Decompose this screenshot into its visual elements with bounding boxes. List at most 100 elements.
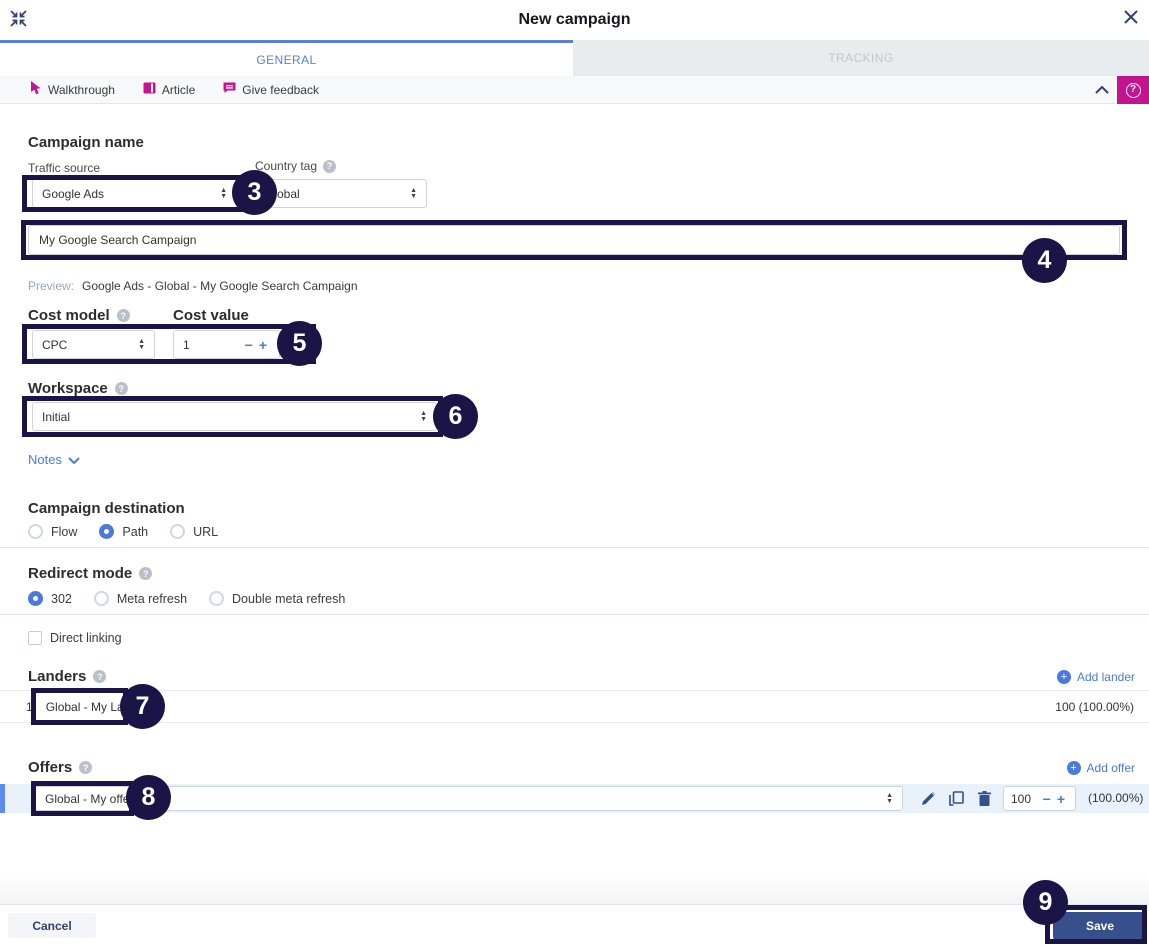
add-lander-label: Add lander (1076, 670, 1135, 684)
cost-value: 1 (183, 337, 190, 352)
speech-bubble-icon (223, 82, 236, 97)
radio-double-meta-refresh-label: Double meta refresh (232, 591, 346, 606)
trash-icon[interactable] (974, 788, 994, 808)
country-tag-help-icon[interactable]: ? (323, 159, 337, 173)
notes-label: Notes (28, 452, 62, 467)
edit-pencil-icon[interactable] (918, 788, 938, 808)
cancel-button[interactable]: Cancel (8, 913, 96, 938)
article-label: Article (161, 82, 196, 97)
dialog-header: New campaign (0, 0, 1149, 40)
give-feedback-button[interactable]: Give feedback (223, 82, 319, 97)
section-divider (0, 547, 1149, 548)
offer-weight: 100 (1011, 791, 1032, 806)
radio-url[interactable] (170, 524, 186, 539)
plus-circle-icon: + (1066, 761, 1081, 775)
add-offer-button[interactable]: + Add offer (1066, 761, 1135, 775)
direct-linking-label: Direct linking (50, 631, 122, 645)
radio-path[interactable] (99, 524, 115, 539)
save-button[interactable]: Save (1053, 912, 1147, 940)
offer-row: Global - My offer ▲ ▼ 100 − + (100.00%) (0, 784, 1149, 813)
minus-button[interactable]: − (1040, 791, 1054, 807)
country-tag-label: Country tag (255, 159, 318, 173)
tab-bar: GENERAL TRACKING (0, 40, 1149, 76)
cost-model-select[interactable]: CPC ▲ ▼ (32, 330, 155, 359)
add-offer-label: Add offer (1086, 761, 1135, 775)
traffic-source-label: Traffic source (28, 161, 101, 175)
campaign-name-input[interactable] (28, 225, 1120, 255)
tab-general[interactable]: GENERAL (0, 40, 573, 76)
offer-name: Global - My offer (45, 791, 134, 806)
redirect-mode-heading: Redirect mode (28, 565, 133, 582)
offer-weight-stepper[interactable]: 100 − + (1003, 786, 1076, 811)
notes-toggle[interactable]: Notes (28, 452, 80, 467)
cursor-icon (30, 81, 42, 98)
direct-linking-checkbox[interactable] (28, 631, 42, 645)
duplicate-copy-icon[interactable] (946, 788, 966, 808)
radio-double-meta-refresh[interactable] (209, 591, 225, 606)
cost-model-heading: Cost model (28, 307, 110, 324)
offers-heading: Offers (28, 759, 73, 776)
offers-help-icon[interactable]: ? (79, 761, 93, 774)
annotation-badge-6: 6 (433, 394, 478, 439)
workspace-help-icon[interactable]: ? (114, 382, 128, 395)
country-tag-value: Global (265, 186, 300, 201)
workspace-value: Initial (42, 409, 71, 424)
minus-button[interactable]: − (242, 337, 256, 353)
cost-value-stepper[interactable]: 1 − + (173, 330, 280, 359)
traffic-source-value: Google Ads (42, 186, 105, 201)
annotation-badge-5: 5 (277, 321, 322, 366)
radio-flow[interactable] (28, 524, 43, 539)
select-arrows-icon: ▲ ▼ (420, 409, 427, 423)
landers-help-icon[interactable]: ? (93, 670, 107, 683)
close-icon[interactable] (1122, 8, 1140, 26)
lander-index: 1 (26, 699, 33, 714)
workspace-heading: Workspace (28, 380, 108, 397)
lander-weight: 100 (100.00%) (1055, 699, 1134, 714)
plus-button[interactable]: + (256, 337, 270, 353)
walkthrough-button[interactable]: Walkthrough (30, 81, 115, 98)
radio-flow-label: Flow (51, 524, 78, 539)
campaign-name-heading: Campaign name (28, 134, 144, 151)
radio-meta-refresh-label: Meta refresh (116, 591, 188, 606)
article-button[interactable]: Article (143, 82, 195, 97)
radio-meta-refresh[interactable] (93, 591, 109, 606)
offer-share: (100.00%) (1088, 791, 1144, 805)
give-feedback-label: Give feedback (242, 82, 319, 97)
help-toolbar: Walkthrough Article Give feedback ? (0, 76, 1149, 104)
add-lander-button[interactable]: + Add lander (1056, 670, 1135, 684)
country-tag-select[interactable]: Global ▲ ▼ (255, 179, 427, 208)
campaign-destination-heading: Campaign destination (28, 500, 185, 517)
tab-tracking[interactable]: TRACKING (573, 40, 1149, 76)
chevron-down-icon (68, 452, 80, 467)
radio-302-label: 302 (51, 591, 72, 606)
landers-heading: Landers (28, 668, 87, 685)
cost-model-help-icon[interactable]: ? (116, 309, 130, 322)
preview-label: Preview: (28, 279, 75, 293)
radio-path-label: Path (122, 524, 149, 539)
workspace-select[interactable]: Initial ▲ ▼ (32, 402, 437, 431)
lander-row[interactable]: 1 Global - My Lander 100 (100.00%) (0, 690, 1149, 723)
help-button[interactable]: ? (1117, 76, 1149, 104)
select-arrows-icon: ▲ ▼ (410, 186, 417, 200)
section-divider (0, 614, 1149, 615)
plus-button[interactable]: + (1054, 791, 1068, 807)
book-icon (143, 82, 156, 97)
plus-circle-icon: + (1056, 670, 1071, 684)
radio-url-label: URL (193, 524, 219, 539)
traffic-source-select[interactable]: Google Ads ▲ ▼ (32, 179, 237, 208)
preview-value: Google Ads - Global - My Google Search C… (82, 279, 358, 293)
dialog-title: New campaign (518, 11, 631, 28)
collapse-toolbar-chevron-up-icon[interactable] (1087, 76, 1117, 104)
select-arrows-icon: ▲ ▼ (138, 337, 145, 351)
question-mark-icon: ? (1125, 82, 1141, 98)
select-arrows-icon: ▲ ▼ (886, 791, 893, 805)
select-arrows-icon: ▲ ▼ (220, 186, 227, 200)
radio-302[interactable] (28, 591, 43, 606)
redirect-mode-help-icon[interactable]: ? (139, 567, 153, 580)
offer-select[interactable]: Global - My offer ▲ ▼ (35, 786, 903, 811)
cost-model-value: CPC (42, 337, 68, 352)
walkthrough-label: Walkthrough (48, 82, 115, 97)
lander-name: Global - My Lander (45, 699, 148, 714)
footer-divider (0, 875, 1149, 905)
cost-value-heading: Cost value (173, 307, 249, 324)
